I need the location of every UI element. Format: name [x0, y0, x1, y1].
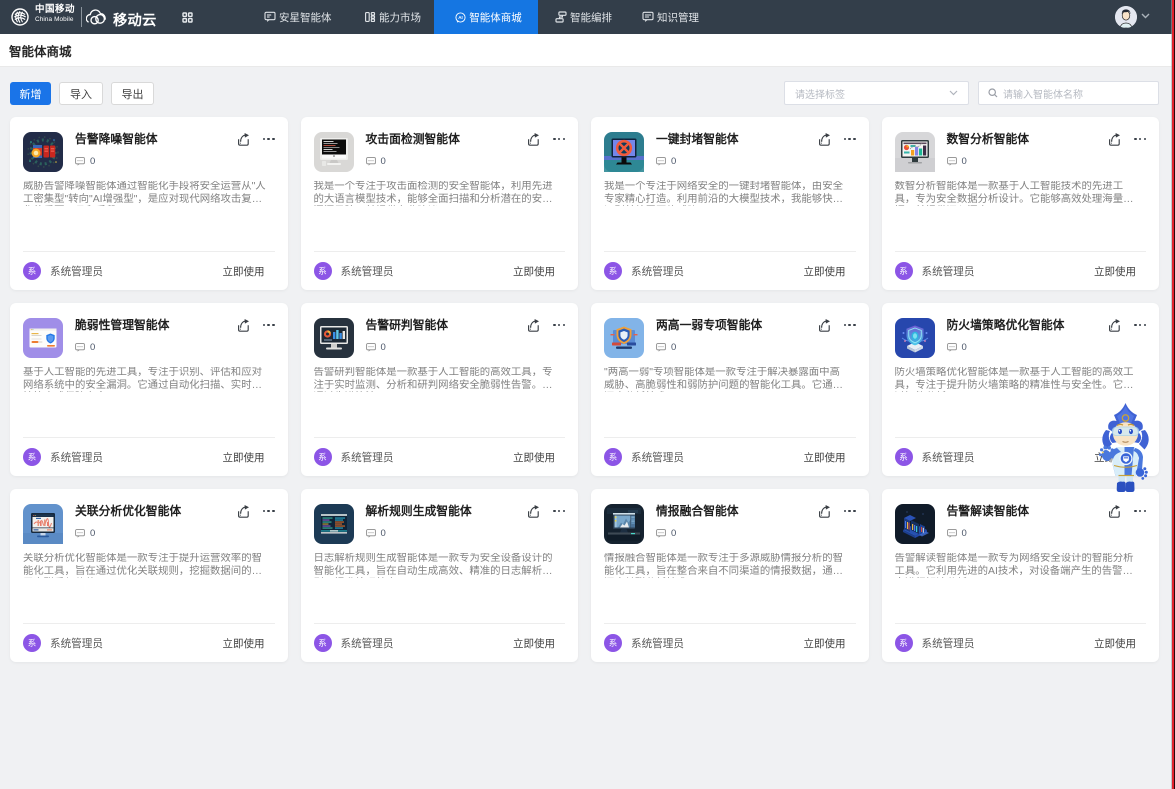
svg-text:AI: AI [458, 15, 463, 20]
